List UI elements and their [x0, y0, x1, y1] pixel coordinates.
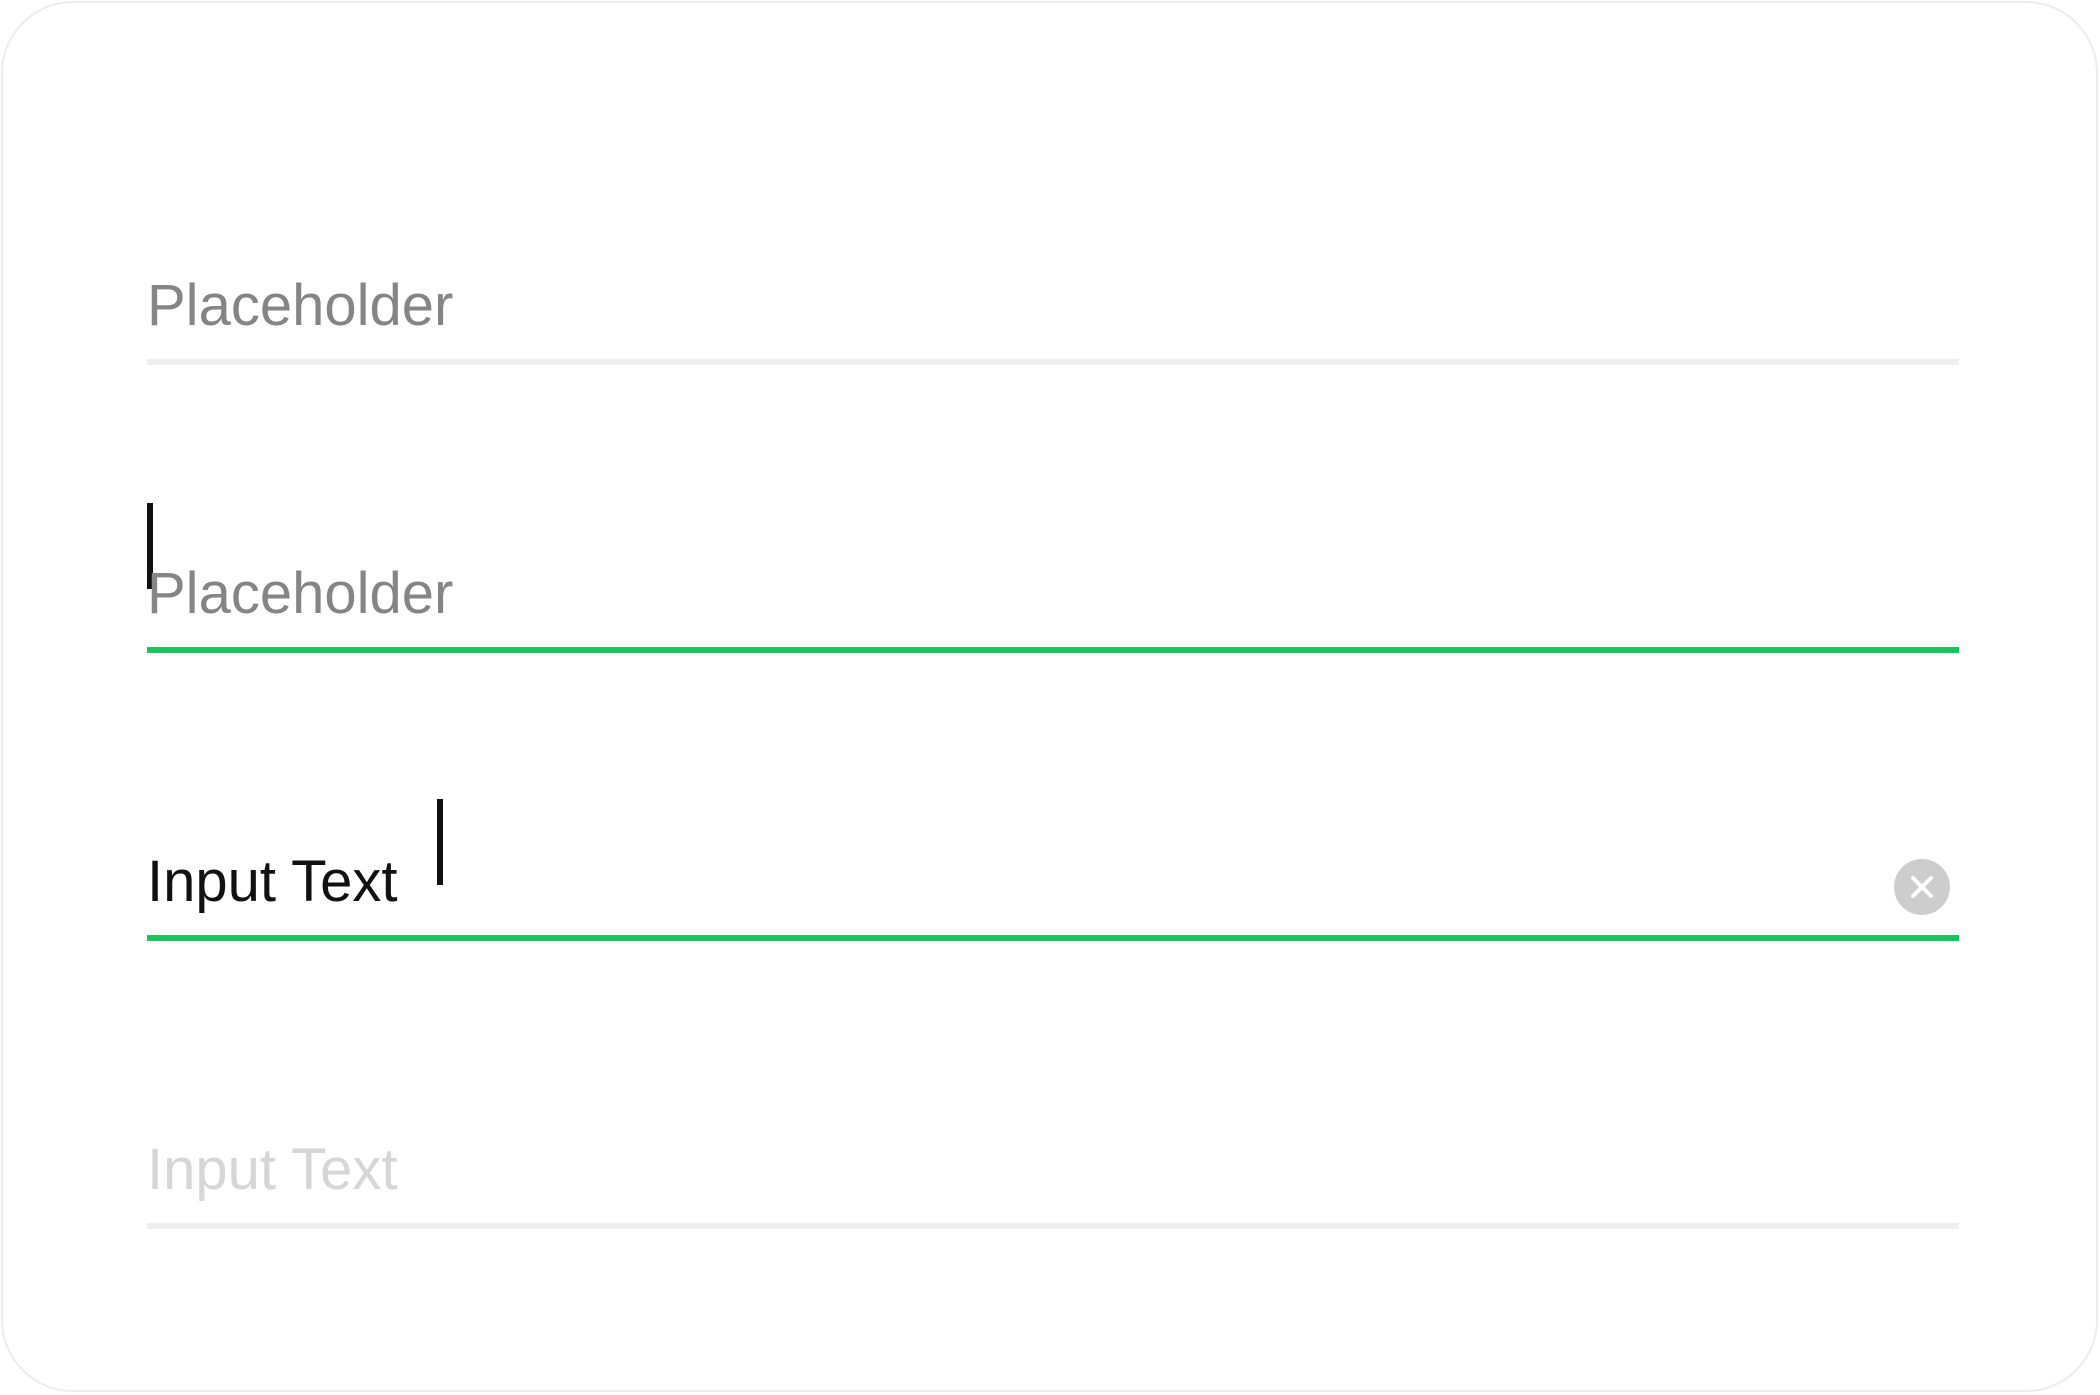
clear-circle-icon[interactable]	[1894, 859, 1950, 915]
field-value-disabled: Input Text	[147, 1137, 398, 1202]
text-cursor	[437, 799, 443, 885]
text-field-disabled: Input Text	[147, 1109, 1959, 1229]
text-field-filled[interactable]: Input Text	[147, 799, 1959, 941]
text-field-showcase-card: Placeholder Placeholder Input Text Input…	[1, 1, 2098, 1392]
field-underline	[147, 1223, 1959, 1229]
field-placeholder: Placeholder	[147, 273, 454, 338]
field-underline-active	[147, 647, 1959, 653]
field-underline-active	[147, 935, 1959, 941]
field-underline	[147, 359, 1959, 365]
field-value: Input Text	[147, 849, 398, 914]
text-field-default[interactable]: Placeholder	[147, 245, 1959, 365]
field-placeholder: Placeholder	[147, 561, 454, 626]
text-field-focused[interactable]: Placeholder	[147, 503, 1959, 653]
